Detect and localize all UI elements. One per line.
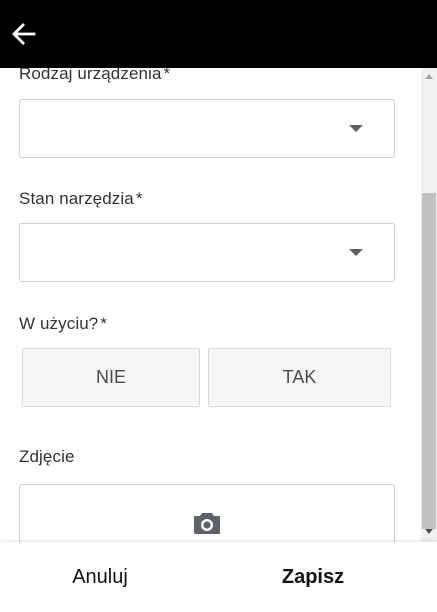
arrow-left-icon — [12, 23, 36, 45]
photo-label: Zdjęcie — [19, 447, 75, 466]
camera-icon — [194, 513, 220, 534]
cancel-button[interactable]: Anuluj — [0, 542, 200, 612]
in-use-label: W użyciu? * — [19, 314, 108, 333]
in-use-no-button[interactable]: NIE — [22, 348, 200, 407]
photo-upload-box[interactable] — [19, 484, 395, 542]
back-button[interactable] — [10, 20, 38, 48]
dropdown-caret-icon — [349, 125, 363, 132]
save-button[interactable]: Zapisz — [213, 542, 413, 612]
app-header — [0, 0, 437, 68]
in-use-yes-button[interactable]: TAK — [208, 348, 391, 407]
scroll-down-arrow-icon[interactable] — [425, 529, 433, 534]
device-type-select[interactable] — [19, 99, 395, 158]
dropdown-caret-icon — [349, 249, 363, 256]
tool-condition-select[interactable] — [19, 223, 395, 282]
vertical-scrollbar[interactable] — [421, 68, 437, 542]
form-scroll-area[interactable]: Rodzaj urządzenia * Stan narzędzia * W uży… — [0, 68, 421, 542]
scroll-up-arrow-icon[interactable] — [425, 74, 433, 79]
action-footer: Anuluj Zapisz — [0, 542, 437, 612]
device-type-label: Rodzaj urządzenia * — [19, 68, 171, 83]
scrollbar-thumb[interactable] — [422, 193, 436, 529]
tool-condition-label: Stan narzędzia * — [19, 189, 143, 208]
